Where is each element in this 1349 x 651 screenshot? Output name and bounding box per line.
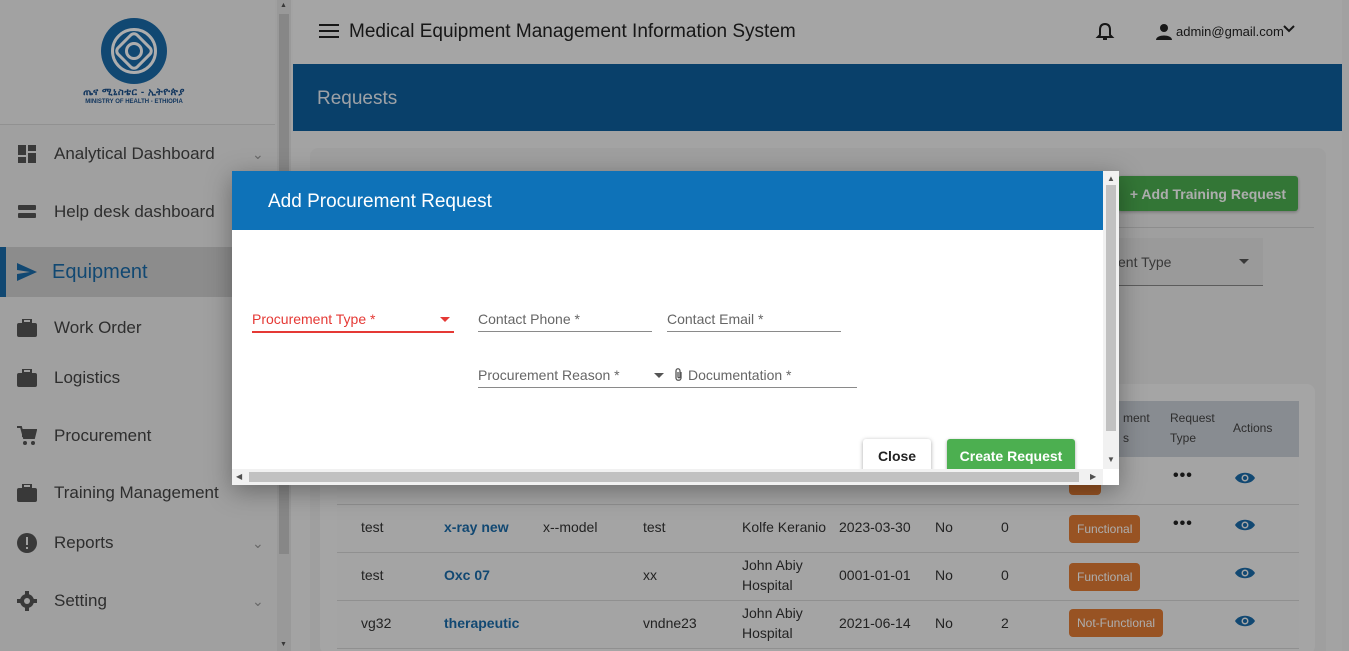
create-request-button[interactable]: Create Request [947, 439, 1075, 473]
scroll-up-arrow-icon[interactable]: ▲ [1107, 174, 1115, 183]
contact-phone-field[interactable]: Contact Phone * [478, 308, 652, 332]
close-button[interactable]: Close [863, 439, 931, 473]
contact-email-label: Contact Email * [667, 311, 764, 327]
add-procurement-request-dialog: Add Procurement Request Procurement Type… [232, 171, 1119, 485]
scroll-right-arrow-icon[interactable]: ▶ [1090, 472, 1096, 481]
contact-phone-label: Contact Phone * [478, 311, 580, 327]
procurement-reason-label: Procurement Reason * [478, 367, 620, 383]
paperclip-icon [675, 368, 682, 381]
dialog-header: Add Procurement Request [232, 171, 1103, 230]
documentation-upload-field[interactable]: Documentation * [668, 364, 857, 388]
documentation-label: Documentation * [688, 367, 792, 383]
dialog-horizontal-scrollbar[interactable]: ◀ ▶ [232, 469, 1103, 485]
dropdown-arrow-icon [440, 317, 450, 322]
contact-email-field[interactable]: Contact Email * [667, 308, 841, 332]
procurement-reason-select[interactable]: Procurement Reason * [478, 364, 668, 388]
scrollbar-thumb[interactable] [1106, 185, 1116, 431]
dialog-title: Add Procurement Request [268, 191, 492, 212]
scroll-down-arrow-icon[interactable]: ▼ [1107, 455, 1115, 464]
procurement-type-label: Procurement Type * [252, 311, 376, 327]
scroll-left-arrow-icon[interactable]: ◀ [236, 472, 242, 481]
dialog-vertical-scrollbar[interactable]: ▲ ▼ [1103, 171, 1119, 469]
scrollbar-thumb[interactable] [249, 472, 1079, 482]
dropdown-arrow-icon [654, 373, 664, 378]
procurement-type-select[interactable]: Procurement Type * [252, 308, 454, 333]
